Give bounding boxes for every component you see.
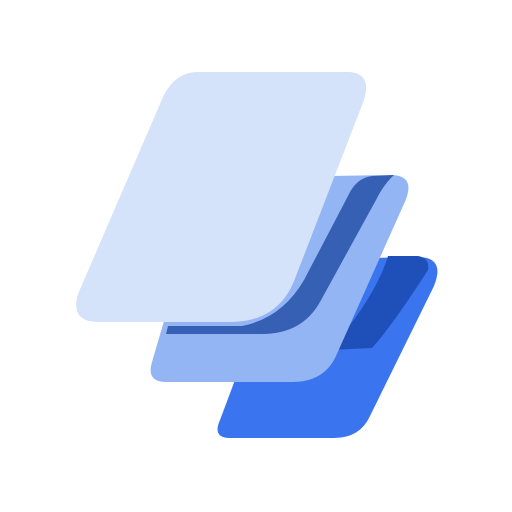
stacked-layers-icon	[76, 72, 438, 438]
app-icon-canvas	[0, 0, 512, 512]
